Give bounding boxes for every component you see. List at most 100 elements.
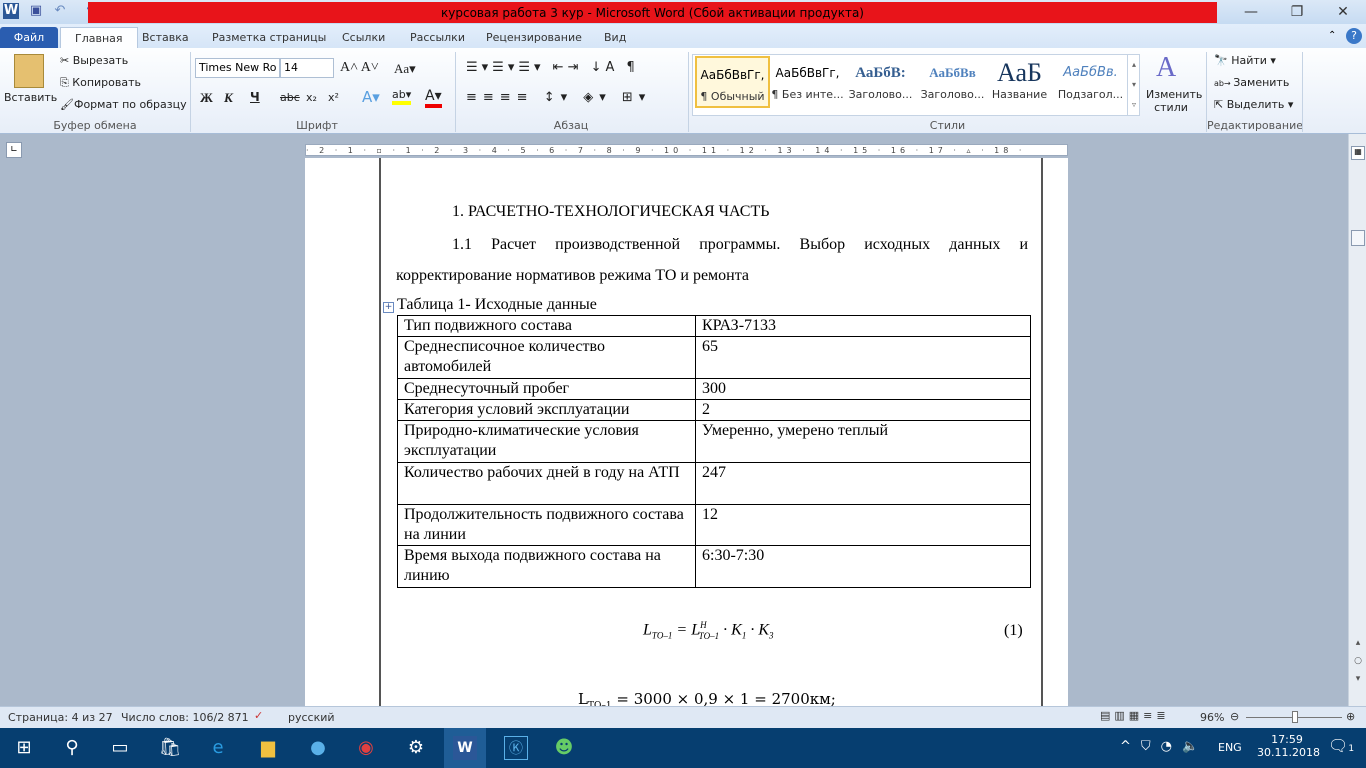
table-cell-param[interactable]: Время выхода подвижного состава на линию bbox=[397, 545, 696, 588]
style-subtitle[interactable]: АаБбВв. Подзагол... bbox=[1053, 56, 1128, 108]
table-cell-param[interactable]: Категория условий эксплуатации bbox=[397, 399, 696, 421]
tray-icons[interactable]: ^⛉◔🔈 bbox=[1120, 739, 1208, 754]
store-icon[interactable]: 🛍 bbox=[158, 736, 182, 760]
paste-button[interactable]: Вставить bbox=[4, 91, 57, 104]
tab-references[interactable]: Ссылки bbox=[328, 27, 399, 49]
format-painter-button[interactable]: 🖌Формат по образцу bbox=[60, 98, 187, 111]
find-button[interactable]: 🔭 Найти ▾ bbox=[1214, 54, 1276, 67]
page-count[interactable]: Страница: 4 из 27 bbox=[8, 711, 113, 724]
ruler-toggle-icon[interactable]: ▦ bbox=[1351, 146, 1365, 160]
tab-mailings[interactable]: Рассылки bbox=[396, 27, 479, 49]
view-buttons[interactable]: ▤▥▦≡≣ bbox=[1100, 709, 1170, 722]
style-heading-1[interactable]: АаБбВ: Заголово... bbox=[843, 56, 918, 108]
table-cell-value[interactable]: 247 bbox=[695, 462, 1031, 505]
grow-font-icon[interactable]: A˄ A˅ bbox=[340, 60, 379, 76]
tab-review[interactable]: Рецензирование bbox=[472, 27, 596, 49]
strikethrough-button[interactable]: abc bbox=[280, 91, 300, 104]
table-cell-value[interactable]: 65 bbox=[695, 336, 1031, 379]
tab-view[interactable]: Вид bbox=[590, 27, 640, 49]
styles-scroll[interactable]: ▴ ▾ ▿ bbox=[1127, 55, 1140, 115]
task-view-icon[interactable]: ▭ bbox=[108, 736, 132, 760]
replace-button[interactable]: ab→ Заменить bbox=[1214, 76, 1289, 89]
zoom-slider-thumb[interactable] bbox=[1292, 711, 1299, 723]
word-count[interactable]: Число слов: 106/2 871 bbox=[121, 711, 249, 724]
cut-button[interactable]: ✂ Вырезать bbox=[60, 54, 128, 67]
table-cell-value[interactable]: Умеренно, умерено теплый bbox=[695, 420, 1031, 463]
edge-icon[interactable]: e bbox=[206, 736, 230, 760]
select-button[interactable]: ⇱ Выделить ▾ bbox=[1214, 98, 1293, 111]
change-case-icon[interactable]: Aa▾ bbox=[394, 61, 416, 77]
table-cell-value[interactable]: 12 bbox=[695, 504, 1031, 546]
font-name-select[interactable]: Times New Ro bbox=[195, 58, 280, 78]
list-buttons[interactable]: ☰▾☰▾☰▾ ⇤⇥ ↓A ¶ bbox=[466, 60, 639, 75]
calc-symbol: LТО–1 bbox=[578, 690, 612, 706]
copy-button[interactable]: ⎘ Копировать bbox=[60, 76, 141, 90]
chrome-icon[interactable]: ◉ bbox=[354, 736, 378, 760]
table-cell-param[interactable]: Природно-климатические условия эксплуата… bbox=[397, 420, 696, 463]
style-heading-2[interactable]: АаБбВв Заголово... bbox=[915, 56, 990, 108]
input-language[interactable]: ENG bbox=[1218, 741, 1242, 754]
align-buttons[interactable]: ≡≡≡≡ ↕▾ ◈▾ ⊞▾ bbox=[466, 90, 651, 105]
app-icon[interactable]: ☻ bbox=[552, 736, 576, 760]
app-icon[interactable]: Ⓚ bbox=[504, 736, 528, 760]
scroll-thumb[interactable] bbox=[1351, 230, 1365, 246]
margin-line-right bbox=[1041, 158, 1043, 706]
help-icon[interactable]: ? bbox=[1346, 28, 1362, 44]
vertical-scrollbar[interactable]: ▦ ▴ ○ ▾ bbox=[1348, 134, 1366, 706]
zoom-in-icon[interactable]: ⊕ bbox=[1346, 710, 1355, 723]
close-button[interactable]: ✕ bbox=[1320, 0, 1366, 24]
text-effects-icon[interactable]: A▾ bbox=[362, 88, 380, 106]
table-cell-value[interactable]: 300 bbox=[695, 378, 1031, 400]
start-windows-icon[interactable]: ⊞ bbox=[12, 736, 36, 760]
bold-button[interactable]: Ж bbox=[200, 90, 213, 106]
zoom-level[interactable]: 96% bbox=[1200, 711, 1224, 724]
clock[interactable]: 17:59 30.11.2018 bbox=[1257, 733, 1320, 759]
table-cell-param[interactable]: Среднесписочное количество автомобилей bbox=[397, 336, 696, 379]
style-normal[interactable]: АаБбВвГг, ¶ Обычный bbox=[695, 56, 770, 108]
underline-button[interactable]: Ч bbox=[250, 90, 260, 104]
file-explorer-icon[interactable]: ▆ bbox=[256, 736, 280, 760]
table-cell-value[interactable]: 2 bbox=[695, 399, 1031, 421]
minimize-ribbon-icon[interactable]: ⌃ bbox=[1328, 30, 1336, 41]
highlight-icon[interactable]: ab▾ bbox=[392, 88, 412, 105]
app-icon[interactable]: ● bbox=[306, 736, 330, 760]
tab-home[interactable]: Главная bbox=[60, 27, 138, 49]
italic-button[interactable]: К bbox=[224, 90, 233, 106]
table-cell-value[interactable]: КРАЗ-7133 bbox=[695, 315, 1031, 337]
table-cell-param[interactable]: Продолжительность подвижного состава на … bbox=[397, 504, 696, 546]
save-icon[interactable]: ▣ bbox=[28, 3, 44, 19]
word-taskbar-item[interactable]: W bbox=[444, 728, 486, 768]
notifications-icon[interactable]: 🗨1 bbox=[1328, 736, 1354, 755]
restore-button[interactable]: ❐ bbox=[1274, 0, 1320, 24]
style-no-spacing[interactable]: АаБбВвГг, ¶ Без инте... bbox=[770, 56, 845, 108]
subheading-line-2: корректирование нормативов режима ТО и р… bbox=[396, 267, 750, 284]
change-styles-button[interactable]: Изменить стили bbox=[1146, 88, 1202, 114]
language[interactable]: русский bbox=[288, 711, 335, 724]
table-move-handle-icon[interactable]: + bbox=[383, 302, 394, 313]
table-cell-value[interactable]: 6:30-7:30 bbox=[695, 545, 1031, 588]
status-bar: Страница: 4 из 27 Число слов: 106/2 871 … bbox=[0, 706, 1366, 728]
style-title[interactable]: АаБ Название bbox=[982, 56, 1057, 108]
tab-selector[interactable]: ∟ bbox=[6, 142, 22, 158]
zoom-out-icon[interactable]: ⊖ bbox=[1230, 710, 1239, 723]
tab-insert[interactable]: Вставка bbox=[128, 27, 203, 49]
proofing-icon[interactable]: ✓ bbox=[254, 709, 263, 722]
table-cell-param[interactable]: Количество рабочих дней в году на АТП bbox=[397, 462, 696, 505]
search-icon[interactable]: ⚲ bbox=[60, 736, 84, 760]
undo-icon[interactable]: ↶ bbox=[52, 3, 68, 19]
browse-object-buttons[interactable]: ▴ ○ ▾ bbox=[1352, 634, 1364, 688]
group-label-editing: Редактирование bbox=[1207, 119, 1303, 132]
superscript-button[interactable]: x² bbox=[328, 91, 339, 104]
table-cell-param[interactable]: Тип подвижного состава bbox=[397, 315, 696, 337]
section-heading: 1. РАСЧЕТНО-ТЕХНОЛОГИЧЕСКАЯ ЧАСТЬ bbox=[452, 203, 770, 220]
subscript-button[interactable]: x₂ bbox=[306, 91, 317, 104]
table-cell-param[interactable]: Среднесуточный пробег bbox=[397, 378, 696, 400]
paste-icon[interactable] bbox=[14, 54, 44, 88]
settings-icon[interactable]: ⚙ bbox=[404, 736, 428, 760]
minimize-button[interactable]: — bbox=[1228, 0, 1274, 24]
font-size-select[interactable]: 14 bbox=[280, 58, 334, 78]
tab-page-layout[interactable]: Разметка страницы bbox=[198, 27, 340, 49]
tab-file[interactable]: Файл bbox=[0, 27, 58, 49]
font-color-icon[interactable]: A▾ bbox=[425, 88, 442, 108]
horizontal-ruler[interactable]: · 2 · 1 · ▫ · 1 · 2 · 3 · 4 · 5 · 6 · 7 … bbox=[305, 144, 1068, 156]
